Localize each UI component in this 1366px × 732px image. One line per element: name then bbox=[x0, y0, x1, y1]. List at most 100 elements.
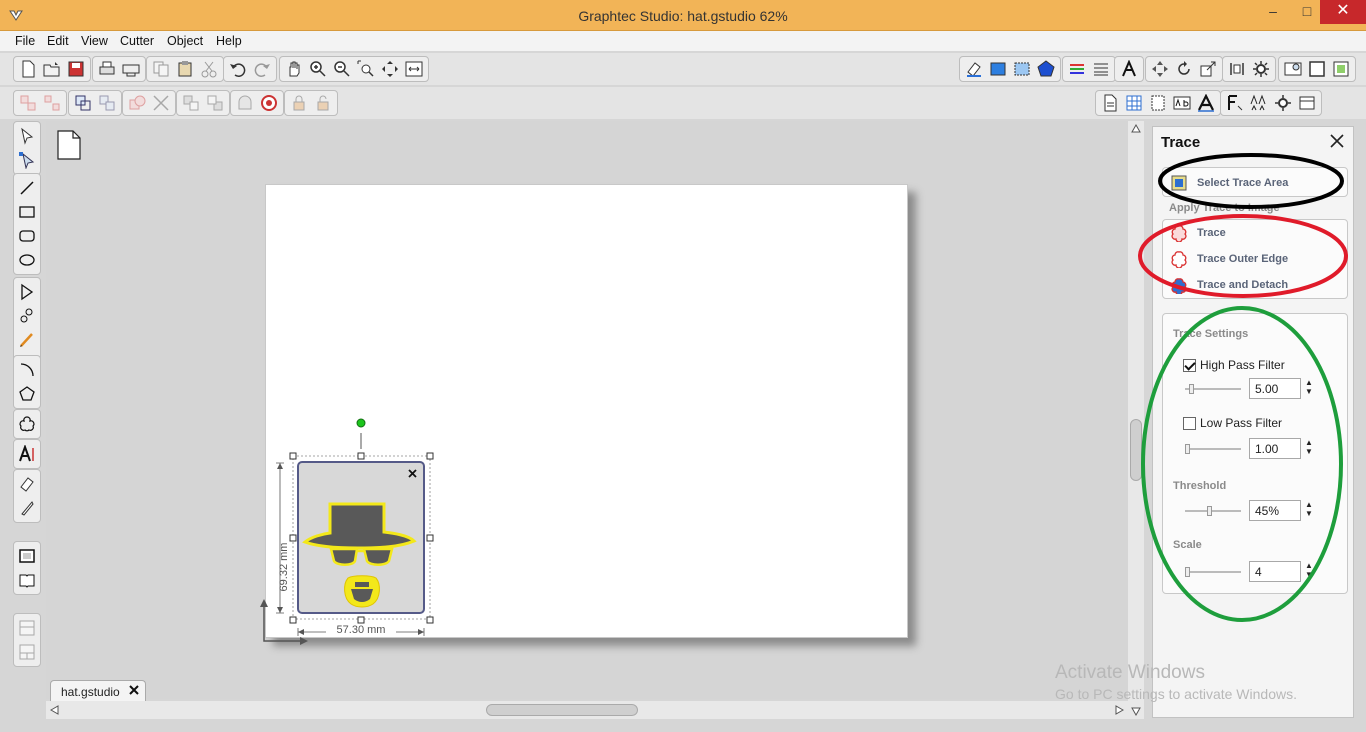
low-pass-slider-knob[interactable] bbox=[1185, 444, 1190, 454]
resize-handle[interactable] bbox=[426, 616, 434, 624]
high-pass-spinner[interactable]: ▲ ▼ bbox=[1305, 378, 1315, 398]
arc-tool[interactable] bbox=[16, 359, 38, 381]
low-pass-slider[interactable] bbox=[1185, 444, 1241, 454]
ellipse-tool[interactable] bbox=[16, 249, 38, 271]
cutter-settings-button[interactable] bbox=[1250, 58, 1272, 80]
curve-tool[interactable] bbox=[16, 305, 38, 327]
send-back-button[interactable] bbox=[204, 92, 226, 114]
pan-button[interactable] bbox=[283, 58, 305, 80]
trace-button[interactable] bbox=[1224, 92, 1246, 114]
minimize-button[interactable]: – bbox=[1256, 0, 1290, 24]
close-panel-icon[interactable] bbox=[1329, 133, 1345, 149]
close-tab-icon[interactable] bbox=[127, 683, 141, 697]
rotation-handle[interactable] bbox=[356, 418, 366, 428]
trace-and-detach-button[interactable]: Trace and Detach bbox=[1169, 276, 1288, 294]
resize-handle[interactable] bbox=[289, 616, 297, 624]
freehand-tool[interactable] bbox=[16, 329, 38, 351]
threshold-slider-knob[interactable] bbox=[1207, 506, 1212, 516]
low-pass-value-input[interactable]: 1.00 bbox=[1249, 438, 1301, 459]
weld-button[interactable] bbox=[126, 92, 148, 114]
send-to-cutter-button[interactable] bbox=[120, 58, 142, 80]
trace-button[interactable]: Trace bbox=[1169, 224, 1226, 242]
low-pass-spinner[interactable]: ▲ ▼ bbox=[1305, 438, 1315, 458]
resize-handle[interactable] bbox=[289, 534, 297, 542]
zoom-out-button[interactable] bbox=[331, 58, 353, 80]
group-button[interactable] bbox=[17, 92, 39, 114]
menu-file[interactable]: File bbox=[15, 34, 35, 48]
shape-library-tool[interactable] bbox=[16, 413, 38, 435]
resize-handle[interactable] bbox=[289, 452, 297, 460]
resize-handle[interactable] bbox=[426, 534, 434, 542]
text-panel-button[interactable] bbox=[1171, 92, 1193, 114]
grid-button[interactable] bbox=[1123, 92, 1145, 114]
resize-handle[interactable] bbox=[426, 452, 434, 460]
line-color-button[interactable] bbox=[963, 58, 985, 80]
ungroup-button[interactable] bbox=[41, 92, 63, 114]
maximize-button[interactable]: □ bbox=[1290, 0, 1324, 24]
eraser-tool[interactable] bbox=[16, 473, 38, 495]
redo-button[interactable] bbox=[251, 58, 273, 80]
scale-value-input[interactable]: 4 bbox=[1249, 561, 1301, 582]
cut-border-button[interactable] bbox=[1147, 92, 1169, 114]
paste-button[interactable] bbox=[174, 58, 196, 80]
edit-points-tool[interactable] bbox=[16, 149, 38, 171]
resize-handle[interactable] bbox=[357, 616, 365, 624]
fill-color-button[interactable] bbox=[987, 58, 1009, 80]
high-pass-value-input[interactable]: 5.00 bbox=[1249, 378, 1301, 399]
regular-polygon-tool[interactable] bbox=[16, 383, 38, 405]
close-window-button[interactable]: ✕ bbox=[1320, 0, 1366, 24]
fill-pattern-button[interactable] bbox=[1011, 58, 1033, 80]
text-tool[interactable] bbox=[16, 443, 38, 465]
resize-handle[interactable] bbox=[357, 452, 365, 460]
document-tab[interactable]: hat.gstudio bbox=[50, 680, 146, 701]
scroll-down-icon[interactable] bbox=[1131, 706, 1141, 716]
replicate-button[interactable] bbox=[1226, 58, 1248, 80]
cut-button[interactable] bbox=[198, 58, 220, 80]
unlock-button[interactable] bbox=[312, 92, 334, 114]
preferences-button[interactable] bbox=[1282, 58, 1304, 80]
threshold-spinner[interactable]: ▲ ▼ bbox=[1305, 500, 1315, 520]
scroll-left-icon[interactable] bbox=[50, 705, 60, 715]
make-compound-button[interactable] bbox=[72, 92, 94, 114]
design-page-button[interactable] bbox=[1306, 58, 1328, 80]
scroll-right-icon[interactable] bbox=[1114, 705, 1124, 715]
menu-cutter[interactable]: Cutter bbox=[120, 34, 154, 48]
scale-button[interactable] bbox=[1197, 58, 1219, 80]
shadow-button[interactable] bbox=[1035, 58, 1057, 80]
open-button[interactable] bbox=[41, 58, 63, 80]
registration-marks-button[interactable] bbox=[258, 92, 280, 114]
rounded-rectangle-tool[interactable] bbox=[16, 225, 38, 247]
polygon-tool[interactable] bbox=[16, 281, 38, 303]
trace-outer-edge-button[interactable]: Trace Outer Edge bbox=[1169, 250, 1288, 268]
menu-edit[interactable]: Edit bbox=[47, 34, 69, 48]
high-pass-filter-checkbox[interactable]: High Pass Filter bbox=[1183, 358, 1285, 372]
cut-view-button[interactable] bbox=[1330, 58, 1352, 80]
copy-button[interactable] bbox=[150, 58, 172, 80]
fit-to-window-button[interactable] bbox=[403, 58, 425, 80]
high-pass-slider-knob[interactable] bbox=[1189, 384, 1194, 394]
high-pass-slider[interactable] bbox=[1185, 384, 1241, 394]
scale-slider[interactable] bbox=[1185, 567, 1241, 577]
split-vertical-tool[interactable] bbox=[16, 641, 38, 663]
bring-front-button[interactable] bbox=[180, 92, 202, 114]
font-size-button[interactable] bbox=[1248, 92, 1270, 114]
scale-slider-knob[interactable] bbox=[1185, 567, 1190, 577]
select-trace-area-button[interactable]: Select Trace Area bbox=[1169, 174, 1288, 192]
lock-button[interactable] bbox=[288, 92, 310, 114]
new-document-button[interactable] bbox=[17, 58, 39, 80]
page-setup-button[interactable] bbox=[1099, 92, 1121, 114]
knife-tool[interactable] bbox=[16, 497, 38, 519]
zoom-in-button[interactable] bbox=[307, 58, 329, 80]
select-tool[interactable] bbox=[16, 125, 38, 147]
settings-button[interactable] bbox=[1272, 92, 1294, 114]
save-button[interactable] bbox=[65, 58, 87, 80]
offset-button[interactable] bbox=[234, 92, 256, 114]
horizontal-scroll-thumb[interactable] bbox=[486, 704, 638, 716]
zoom-selection-button[interactable] bbox=[355, 58, 377, 80]
library-view-tool[interactable] bbox=[16, 569, 38, 591]
rotate-button[interactable] bbox=[1173, 58, 1195, 80]
line-style-button[interactable] bbox=[1066, 58, 1088, 80]
horizontal-scrollbar[interactable] bbox=[46, 701, 1128, 719]
text-style-button[interactable] bbox=[1118, 58, 1140, 80]
threshold-value-input[interactable]: 45% bbox=[1249, 500, 1301, 521]
